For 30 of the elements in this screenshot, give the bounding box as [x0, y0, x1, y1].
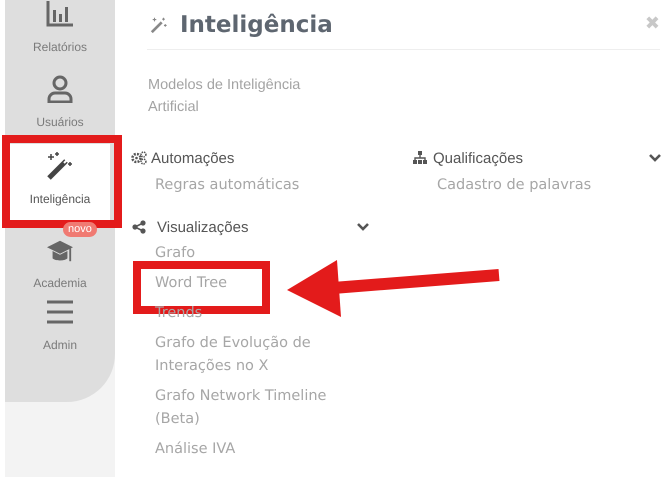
sidebar-item[interactable]: Usuários	[10, 67, 110, 144]
close-button[interactable]: ✖	[644, 13, 660, 36]
sidebar-item[interactable]: Academia	[10, 238, 110, 290]
menu-link[interactable]: Word Tree	[155, 272, 228, 295]
sidebar-item[interactable]: Relatórios	[10, 0, 110, 67]
section-heading[interactable]: Qualificações	[433, 150, 524, 166]
menu-link[interactable]: Modelos de Inteligência Artificial	[148, 74, 333, 118]
new-badge: novo	[63, 222, 97, 237]
graduation-cap-icon	[45, 238, 75, 264]
gears-icon	[131, 151, 147, 165]
chevron-down-icon[interactable]	[648, 153, 662, 163]
share-icon	[131, 220, 147, 234]
section-heading[interactable]: Visualizações	[157, 218, 248, 236]
menu-link[interactable]: Grafo Network Timeline (Beta)	[155, 385, 340, 431]
section-heading[interactable]: Automações	[151, 150, 234, 166]
sidebar-item[interactable]: Inteligência	[10, 144, 110, 220]
magic-wand-icon	[150, 16, 168, 34]
bar-chart-icon	[45, 0, 75, 28]
menu-link[interactable]: Cadastro de palavras	[437, 174, 592, 197]
sitemap-icon	[412, 151, 428, 165]
panel-title: Inteligência	[180, 12, 333, 38]
sidebar-item[interactable]: Admin	[10, 290, 110, 367]
magic-wand-icon	[45, 152, 75, 180]
menu-icon	[45, 298, 75, 326]
menu-link[interactable]: Grafo de Evolução de Interações no X	[155, 332, 340, 378]
menu-link[interactable]: Grafo	[155, 242, 196, 265]
menu-link[interactable]: Regras automáticas	[155, 174, 300, 197]
menu-link[interactable]: Análise IVA	[155, 438, 236, 461]
chevron-down-icon[interactable]	[356, 222, 370, 232]
user-icon	[45, 75, 75, 103]
